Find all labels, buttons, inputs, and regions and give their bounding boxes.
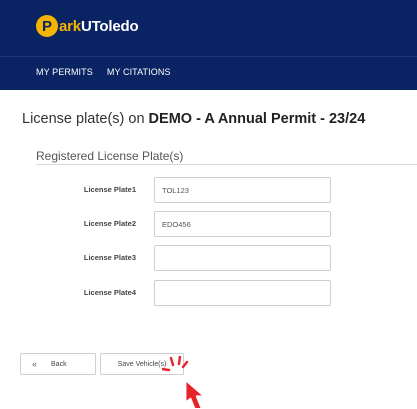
plate-2-input[interactable]: EDO456 <box>154 211 331 237</box>
header-divider <box>0 56 417 57</box>
logo-text-accent: ark <box>59 17 81 35</box>
page-title: License plate(s) on DEMO - A Annual Perm… <box>22 111 365 127</box>
plate-row-2: License Plate2 EDO456 <box>0 211 417 237</box>
logo-text-rest: UToledo <box>80 17 139 35</box>
plate-1-label: License Plate1 <box>83 185 136 194</box>
plate-row-1: License Plate1 TOL123 <box>0 177 417 203</box>
app-header: P arkUToledo MY PERMITS MY CITATIONS <box>0 0 417 90</box>
nav-my-citations[interactable]: MY CITATIONS <box>107 67 171 77</box>
page-title-permit: DEMO - A Annual Permit - 23/24 <box>148 111 366 127</box>
save-vehicles-label: Save Vehicle(s) <box>117 360 167 368</box>
section-divider <box>36 164 417 165</box>
plate-2-label: License Plate2 <box>83 219 136 228</box>
plate-4-input[interactable] <box>154 280 331 306</box>
page-title-prefix: License plate(s) on <box>22 111 149 127</box>
hand-pointer-icon <box>162 356 206 408</box>
double-chevron-left-icon: « <box>32 359 38 369</box>
plate-row-4: License Plate4 <box>0 280 417 306</box>
plate-3-label: License Plate3 <box>83 253 136 262</box>
section-title: Registered License Plate(s) <box>36 149 184 163</box>
parking-p-icon: P <box>36 15 58 37</box>
plate-3-input[interactable] <box>154 245 331 271</box>
nav-my-permits[interactable]: MY PERMITS <box>36 67 93 77</box>
back-button-label: Back <box>51 360 67 368</box>
plate-row-3: License Plate3 <box>0 245 417 271</box>
plate-4-label: License Plate4 <box>83 288 136 297</box>
parkutoledo-logo[interactable]: P arkUToledo <box>36 15 139 37</box>
logo-text: arkUToledo <box>59 17 139 35</box>
back-button[interactable]: « Back <box>20 353 96 375</box>
main-nav: MY PERMITS MY CITATIONS <box>36 67 171 77</box>
plate-1-input[interactable]: TOL123 <box>154 177 331 203</box>
